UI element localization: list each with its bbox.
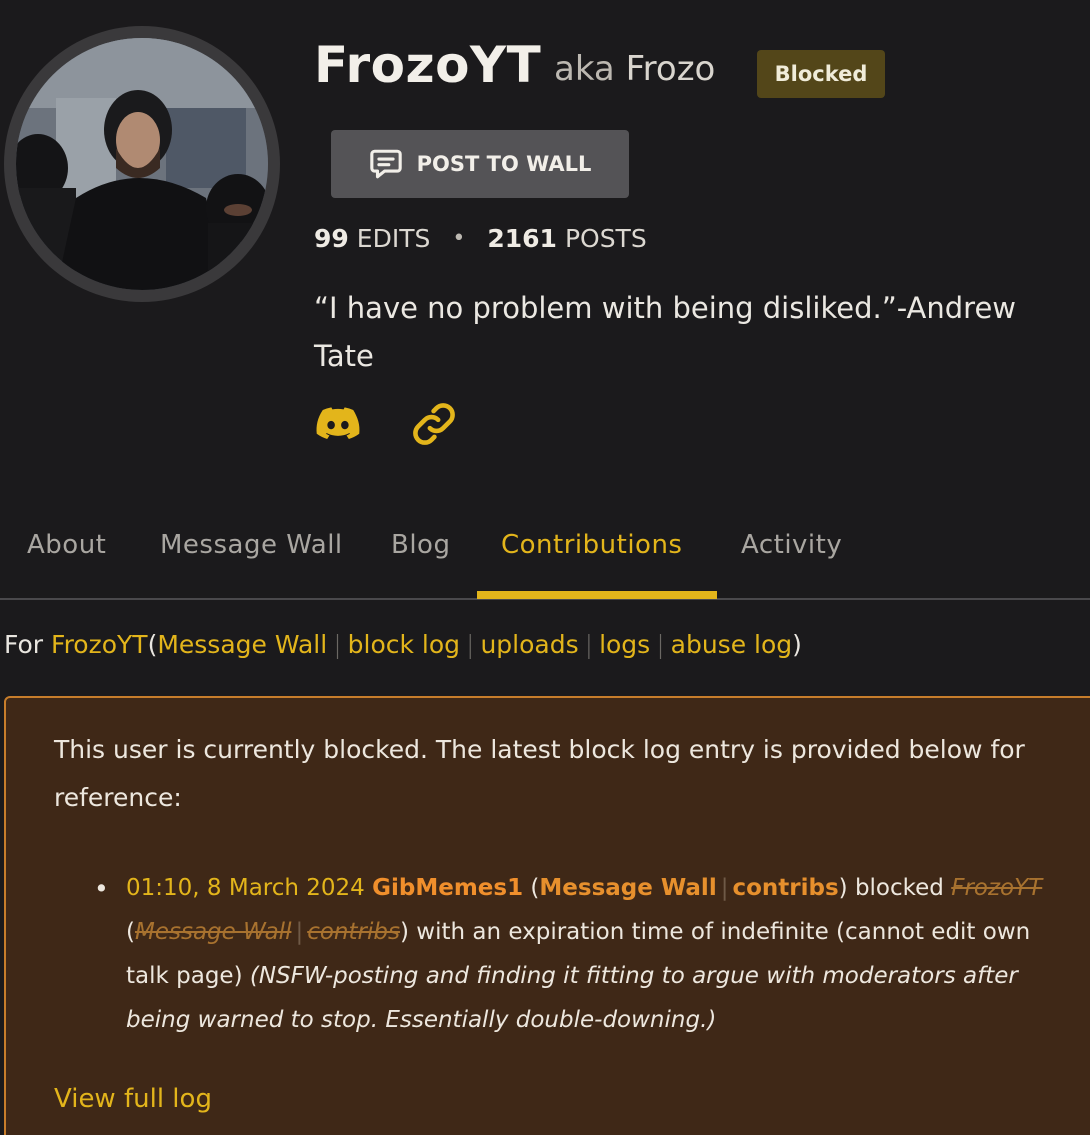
list-bullet: • <box>94 874 109 903</box>
tab-about[interactable]: About <box>27 530 106 560</box>
subnav-prefix: For <box>4 630 44 659</box>
tab-activity[interactable]: Activity <box>741 530 842 560</box>
subnav-message-wall-link[interactable]: Message Wall <box>157 630 327 659</box>
avatar-ring <box>4 26 280 302</box>
entry-actor[interactable]: GibMemes1 <box>372 875 523 901</box>
subnav-block-log-link[interactable]: block log <box>348 630 460 659</box>
stats-separator: • <box>452 226 466 251</box>
tab-blog[interactable]: Blog <box>391 530 450 560</box>
tab-contributions[interactable]: Contributions <box>501 530 682 560</box>
actor-message-wall-link[interactable]: Message Wall <box>539 875 716 901</box>
aka-value: Frozo <box>625 49 716 89</box>
aka-label: aka <box>554 49 615 89</box>
post-to-wall-button[interactable]: POST TO WALL <box>331 130 629 198</box>
subnav-divider: | <box>656 630 665 659</box>
block-log-entry: 01:10, 8 March 2024 GibMemes1 (Message W… <box>126 875 1043 1033</box>
entry-target[interactable]: FrozoYT <box>951 875 1042 901</box>
entry-timestamp[interactable]: 01:10, 8 March 2024 <box>126 875 365 901</box>
profile-page: FrozoYT aka Frozo Blocked POST TO WALL 9… <box>0 0 1090 1135</box>
active-tab-indicator <box>477 591 717 599</box>
subnav-divider: | <box>333 630 342 659</box>
subnav-user-link[interactable]: FrozoYT <box>51 630 148 659</box>
entry-reason: (NSFW-posting and finding it fitting to … <box>126 963 1018 1033</box>
subnav-close-paren: ) <box>792 630 802 659</box>
profile-stats: 99 EDITS • 2161 POSTS <box>314 224 647 253</box>
posts-count: 2161 <box>487 224 557 253</box>
message-bubble-icon <box>369 149 402 179</box>
edits-count: 99 <box>314 224 349 253</box>
discord-link[interactable] <box>312 398 364 450</box>
username: FrozoYT <box>314 36 542 94</box>
view-full-log-link[interactable]: View full log <box>54 1084 212 1114</box>
aka-name: aka Frozo <box>554 52 715 86</box>
subnav-logs-link[interactable]: logs <box>599 630 650 659</box>
entry-action: blocked <box>854 875 944 901</box>
posts-label[interactable]: POSTS <box>565 224 647 253</box>
link-icon <box>413 403 455 445</box>
avatar-image <box>16 38 268 290</box>
subnav-divider: | <box>466 630 475 659</box>
target-contribs-link[interactable]: contribs <box>307 919 400 945</box>
edits-label[interactable]: EDITS <box>357 224 431 253</box>
profile-bio: “I have no problem with being disliked.”… <box>314 291 1017 373</box>
entry-divider: | <box>295 919 304 945</box>
entry-divider: | <box>720 875 729 901</box>
blocked-badge: Blocked <box>757 50 885 98</box>
contributions-subnav: For FrozoYT(Message Wall | block log | uploa… <box>4 630 802 659</box>
profile-tabs: About Message Wall Blog Contributions Ac… <box>0 518 1090 600</box>
tab-message-wall[interactable]: Message Wall <box>160 530 343 560</box>
block-notice-intro: This user is currently blocked. The late… <box>54 735 1025 812</box>
actor-contribs-link[interactable]: contribs <box>732 875 838 901</box>
subnav-open-paren: ( <box>147 630 158 659</box>
website-link[interactable] <box>408 398 460 450</box>
subnav-abuse-log-link[interactable]: abuse log <box>671 630 793 659</box>
avatar[interactable] <box>16 38 268 290</box>
block-notice: This user is currently blocked. The late… <box>4 696 1090 1135</box>
target-message-wall-link[interactable]: Message Wall <box>135 919 291 945</box>
subnav-uploads-link[interactable]: uploads <box>480 630 578 659</box>
discord-icon <box>316 407 360 439</box>
subnav-divider: | <box>584 630 594 659</box>
post-to-wall-label: POST TO WALL <box>416 152 592 176</box>
